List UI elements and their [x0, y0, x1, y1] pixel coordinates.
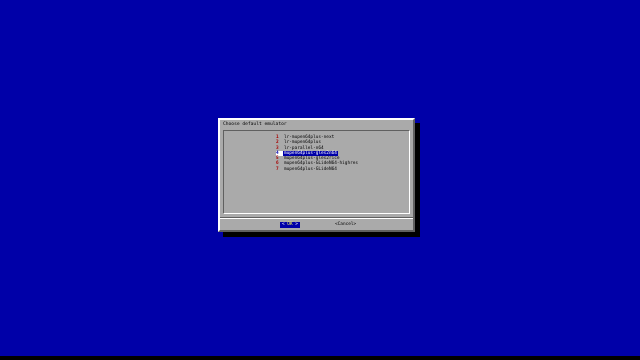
cancel-button-label: Cancel — [337, 222, 354, 227]
ok-button-label: OK — [284, 222, 296, 227]
ok-button-right-bracket: > — [295, 222, 298, 227]
dialog-title: Choose default emulator — [223, 122, 287, 127]
menu-item[interactable]: 7 mupen64plus-GLideN64 — [276, 167, 359, 172]
menu-item-number: 7 — [276, 166, 279, 172]
emulator-menu: 1 lr-mupen64plus-next 2 lr-mupen64plus 3 lr… — [223, 130, 410, 214]
menu-item-label: mupen64plus-GLideN64 — [284, 166, 337, 172]
button-separator — [220, 217, 413, 219]
emulator-list: 1 lr-mupen64plus-next 2 lr-mupen64plus 3 lr… — [276, 135, 359, 172]
cancel-button-right-bracket: > — [353, 222, 357, 227]
screen-bottom-edge — [0, 356, 640, 360]
ok-button[interactable]: < OK > — [280, 222, 300, 228]
choose-emulator-dialog: Choose default emulator 1 lr-mupen64plus-… — [218, 118, 415, 232]
cancel-button[interactable]: <Cancel> — [333, 222, 358, 228]
